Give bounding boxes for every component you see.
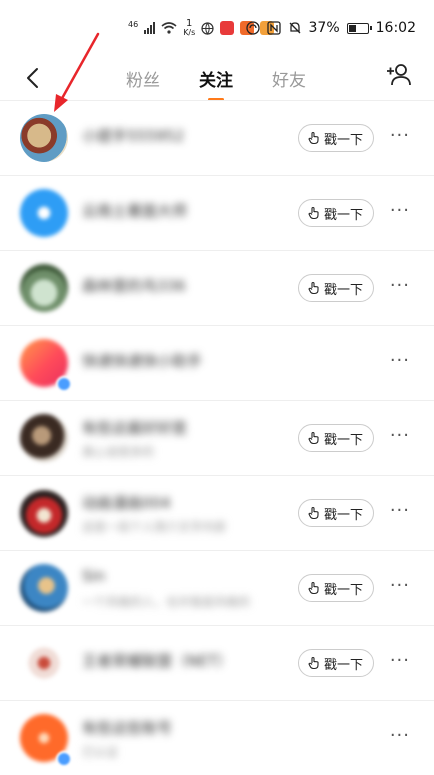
verified-badge-icon [56, 376, 72, 392]
list-item[interactable]: 云南土著面大师 戳一下 ··· [0, 176, 434, 251]
poke-label: 戳一下 [323, 582, 363, 598]
more-options-icon[interactable]: ··· [390, 727, 410, 745]
more-options-icon[interactable]: ··· [390, 277, 410, 295]
poke-label: 戳一下 [323, 132, 363, 148]
avatar[interactable] [20, 639, 68, 687]
avatar[interactable] [20, 264, 68, 312]
avatar[interactable] [20, 189, 68, 237]
more-options-icon[interactable]: ··· [390, 127, 410, 145]
signal-icon [144, 22, 156, 34]
user-bio: 真心说很多的 [82, 445, 155, 459]
tab-fans[interactable]: 粉丝 [126, 66, 160, 91]
list-item[interactable]: 王者荣耀联盟（NET） 戳一下 ··· [0, 626, 434, 701]
add-user-icon[interactable] [386, 62, 412, 88]
user-name: 森林里的鸟336 [82, 277, 186, 295]
n-mark-icon [266, 21, 281, 35]
list-item[interactable]: 动画漫画004 这是一段个人简介文字内容 戳一下 ··· [0, 476, 434, 551]
user-name: 云南土著面大师 [82, 202, 188, 220]
hand-poke-icon [308, 281, 319, 295]
poke-label: 戳一下 [323, 432, 363, 448]
user-name: 小提手555952 [82, 127, 185, 145]
list-item[interactable]: 有些这些账号 已认证 ··· [0, 701, 434, 775]
user-name: 王者荣耀联盟（NET） [82, 652, 232, 670]
following-list: 小提手555952 戳一下 ··· 云南土著面大师 戳一下 ··· 森林里的鸟3… [0, 101, 434, 775]
hand-poke-icon [308, 581, 319, 595]
list-item[interactable]: 有些这酱好好是 真心说很多的 戳一下 ··· [0, 401, 434, 476]
poke-label: 戳一下 [323, 507, 363, 523]
list-item[interactable]: Sin 一个风格的人，也许我是风格的 戳一下 ··· [0, 551, 434, 626]
more-options-icon[interactable]: ··· [390, 502, 410, 520]
mute-bell-icon [289, 22, 300, 34]
tab-friends-label: 好友 [272, 71, 306, 91]
user-name: 动画漫画004 [82, 494, 171, 512]
clock: 16:02 [375, 20, 416, 36]
user-bio: 已认证 [82, 745, 119, 759]
hand-poke-icon [308, 506, 319, 520]
poke-label: 戳一下 [323, 657, 363, 673]
poke-label: 戳一下 [323, 207, 363, 223]
avatar[interactable] [20, 564, 68, 612]
hand-poke-icon [308, 206, 319, 220]
list-item[interactable]: 森林里的鸟336 戳一下 ··· [0, 251, 434, 326]
user-name: 有些这酱好好是 [82, 419, 188, 437]
hand-poke-icon [308, 656, 319, 670]
more-options-icon[interactable]: ··· [390, 577, 410, 595]
more-options-icon[interactable]: ··· [390, 202, 410, 220]
poke-button[interactable]: 戳一下 [297, 274, 374, 302]
avatar[interactable] [20, 489, 68, 537]
user-name: Sin [82, 567, 106, 585]
poke-label: 戳一下 [323, 282, 363, 298]
net-speed-value: 1 [186, 18, 193, 29]
nfc-icon [245, 21, 260, 35]
network-label: 46 [128, 19, 139, 29]
poke-button[interactable]: 戳一下 [297, 499, 374, 527]
avatar[interactable] [20, 414, 68, 462]
net-speed-unit: K/s [183, 28, 196, 37]
status-right-icons: 37% 16:02 [245, 20, 416, 36]
more-options-icon[interactable]: ··· [390, 352, 410, 370]
hand-poke-icon [308, 431, 319, 445]
more-options-icon[interactable]: ··· [390, 427, 410, 445]
user-bio: 一个风格的人，也许我是风格的 [82, 595, 251, 609]
tab-following-label: 关注 [199, 71, 233, 91]
tab-fans-label: 粉丝 [126, 71, 160, 91]
user-bio: 这是一段个人简介文字内容 [82, 520, 227, 534]
tab-friends[interactable]: 好友 [272, 66, 306, 91]
poke-button[interactable]: 戳一下 [297, 424, 374, 452]
user-name: 快递快递快小助手 [82, 352, 203, 370]
poke-button[interactable]: 戳一下 [297, 124, 374, 152]
net-speed: 1 K/s [183, 18, 196, 38]
user-name: 有些这些账号 [82, 719, 173, 737]
verified-badge-icon [56, 751, 72, 767]
tab-following[interactable]: 关注 [199, 66, 233, 101]
battery-icon [346, 22, 372, 34]
globe-icon [201, 21, 214, 35]
wifi-icon [161, 22, 177, 34]
poke-button[interactable]: 戳一下 [297, 199, 374, 227]
avatar[interactable] [20, 114, 68, 162]
app-notification-icon [220, 21, 235, 35]
list-item[interactable]: 快递快递快小助手 ··· [0, 326, 434, 401]
annotation-arrow-icon [54, 32, 100, 112]
poke-button[interactable]: 戳一下 [297, 574, 374, 602]
poke-button[interactable]: 戳一下 [297, 649, 374, 677]
more-options-icon[interactable]: ··· [390, 652, 410, 670]
hand-poke-icon [308, 131, 319, 145]
battery-percent: 37% [308, 20, 340, 36]
